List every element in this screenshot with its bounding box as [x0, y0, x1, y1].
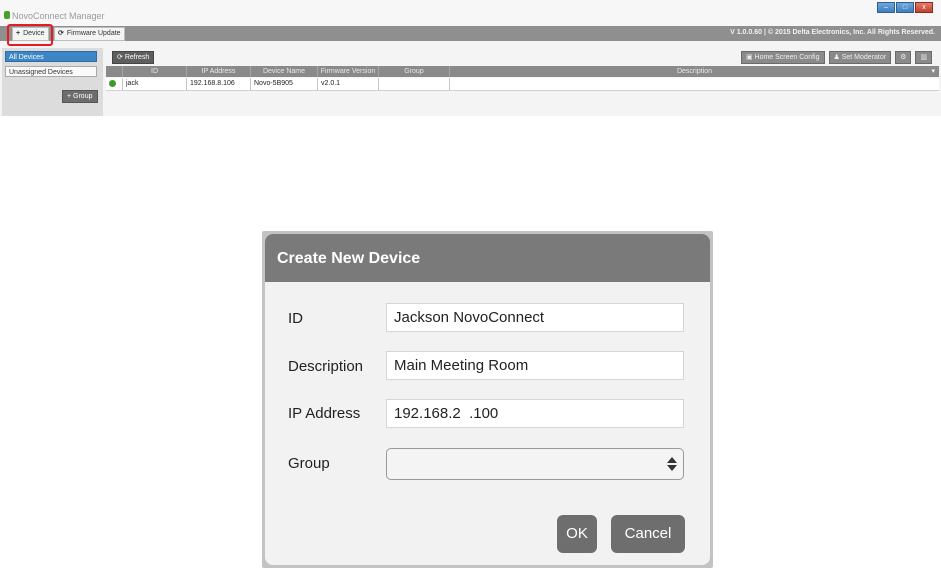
- dialog-header: Create New Device: [265, 234, 710, 282]
- minimize-button[interactable]: –: [877, 2, 895, 13]
- close-button[interactable]: x: [915, 2, 933, 13]
- settings-button[interactable]: ⚙: [895, 51, 912, 64]
- app-logo-icon: [4, 11, 10, 19]
- table-row[interactable]: jack 192.168.8.106 Novo-5B905 v2.0.1: [106, 78, 939, 91]
- maximize-button[interactable]: □: [896, 2, 914, 13]
- home-screen-config-button[interactable]: ▣ Home Screen Config: [740, 51, 825, 64]
- cell-firmware-version: v2.0.1: [317, 78, 378, 90]
- monitor-icon: ▣: [745, 54, 755, 61]
- firmware-update-label: Firmware Update: [66, 30, 121, 37]
- online-status-icon: [109, 80, 116, 87]
- status-column-header: [106, 66, 122, 77]
- set-moderator-label: Set Moderator: [841, 54, 887, 61]
- dialog-title: Create New Device: [277, 250, 421, 267]
- column-header-device-name[interactable]: Device Name: [250, 66, 317, 77]
- description-label: Description: [288, 358, 364, 375]
- user-icon: ♟: [833, 54, 842, 61]
- gear-icon: ⚙: [900, 54, 907, 61]
- sidebar-item-unassigned-devices[interactable]: Unassigned Devices: [5, 66, 97, 77]
- main-toolbar: + Device ⟳ Firmware Update V 1.0.0.60 | © …: [0, 26, 941, 41]
- description-input[interactable]: [386, 351, 684, 380]
- select-arrows-icon: [667, 455, 677, 473]
- status-cell: [106, 78, 122, 90]
- set-moderator-button[interactable]: ♟ Set Moderator: [828, 51, 892, 64]
- chevron-down-icon[interactable]: ▾: [931, 66, 935, 77]
- device-actions: ▣ Home Screen Config ♟ Set Moderator ⚙ ▥: [740, 51, 932, 64]
- firmware-update-button[interactable]: ⟳ Firmware Update: [54, 27, 125, 41]
- cell-id: jack: [122, 78, 186, 90]
- dialog-body: Create New Device ID Description IP Addr…: [265, 234, 710, 565]
- ip-address-label: IP Address: [288, 405, 361, 422]
- novoconnect-manager-window: NovoConnect Manager – □ x + Device ⟳ Firmw…: [0, 0, 941, 116]
- id-label: ID: [288, 310, 303, 327]
- table-header: ID IP Address Device Name Firmware Versi…: [106, 66, 939, 77]
- refresh-icon: ⟳: [58, 30, 64, 37]
- sidebar-item-all-devices[interactable]: All Devices: [5, 51, 97, 62]
- column-header-ip-address[interactable]: IP Address: [186, 66, 250, 77]
- cell-device-name: Novo-5B905: [250, 78, 317, 90]
- refresh-label: Refresh: [124, 54, 150, 61]
- column-header-group[interactable]: Group: [378, 66, 449, 77]
- window-controls: – □ x: [877, 2, 933, 13]
- group-select[interactable]: [386, 448, 684, 480]
- version-copyright: V 1.0.0.60 | © 2015 Delta Electronics, I…: [730, 29, 935, 36]
- column-header-firmware-version[interactable]: Firmware Version: [317, 66, 378, 77]
- title-bar: NovoConnect Manager – □ x: [0, 0, 941, 26]
- sidebar: All Devices Unassigned Devices + Group: [2, 48, 103, 116]
- cell-group: [378, 78, 449, 90]
- refresh-icon: ⟳: [117, 54, 125, 61]
- home-screen-config-label: Home Screen Config: [754, 54, 820, 61]
- id-input[interactable]: [386, 303, 684, 332]
- app-title: NovoConnect Manager: [12, 11, 105, 21]
- ip-address-input[interactable]: [386, 399, 684, 428]
- trash-icon: ▥: [920, 54, 927, 61]
- column-header-description[interactable]: Description: [449, 66, 939, 77]
- delete-button[interactable]: ▥: [915, 51, 932, 64]
- cell-description: [449, 78, 939, 90]
- ok-button[interactable]: OK: [557, 515, 597, 553]
- group-label: Group: [288, 455, 330, 472]
- add-group-button[interactable]: + Group: [62, 90, 98, 103]
- create-device-dialog: Create New Device ID Description IP Addr…: [262, 231, 713, 568]
- refresh-button[interactable]: ⟳ Refresh: [112, 51, 155, 64]
- device-button-highlight: [7, 24, 53, 46]
- cell-ip-address: 192.168.8.106: [186, 78, 250, 90]
- cancel-button[interactable]: Cancel: [611, 515, 685, 553]
- column-header-id[interactable]: ID: [122, 66, 186, 77]
